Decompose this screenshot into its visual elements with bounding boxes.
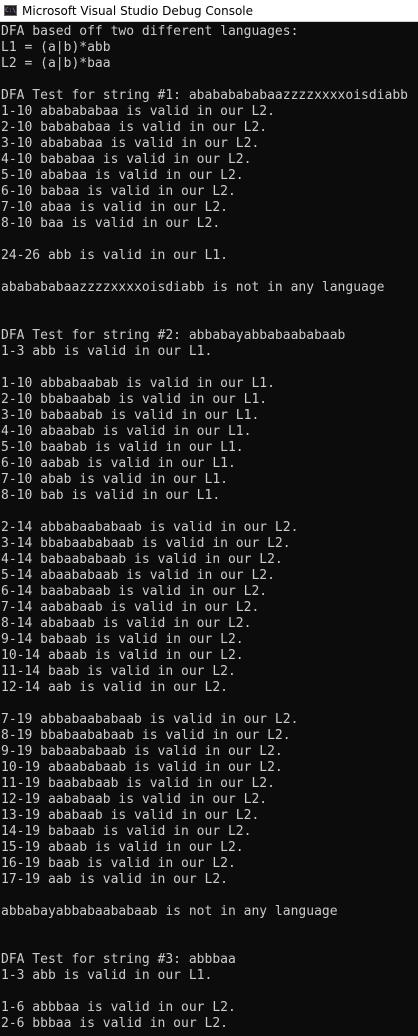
console-line: 2-14 abbabaababaab is valid in our L2. xyxy=(1,520,299,535)
console-line: 1-3 abb is valid in our L1. xyxy=(1,344,213,359)
console-line: DFA based off two different languages: xyxy=(1,24,299,39)
console-line: 8-19 bbabaababaab is valid in our L2. xyxy=(1,728,291,743)
console-line: 8-14 ababaab is valid in our L2. xyxy=(1,616,252,631)
console-line: DFA Test for string #2: abbabayabbabaaba… xyxy=(1,328,346,343)
console-line: 3-10 babaabab is valid in our L1. xyxy=(1,408,260,423)
console-line: DFA Test for string #3: abbbaa xyxy=(1,952,236,967)
console-line: L1 = (a|b)*abb xyxy=(1,40,111,55)
console-line: 7-10 abab is valid in our L1. xyxy=(1,472,228,487)
console-line: 16-19 baab is valid in our L2. xyxy=(1,856,236,871)
console-line: 4-10 bababaa is valid in our L2. xyxy=(1,152,252,167)
console-line: 1-3 abb is valid in our L1. xyxy=(1,968,213,983)
console-line: 1-6 abbbaa is valid in our L2. xyxy=(1,1000,236,1015)
console-line: 3-14 bbabaababaab is valid in our L2. xyxy=(1,536,291,551)
console-line: 9-14 babaab is valid in our L2. xyxy=(1,632,244,647)
console-line: 6-10 aabab is valid in our L1. xyxy=(1,456,236,471)
console-line: 8-10 baa is valid in our L2. xyxy=(1,216,221,231)
console-line: 4-10 abaabab is valid in our L1. xyxy=(1,424,252,439)
console-line: 6-10 babaa is valid in our L2. xyxy=(1,184,236,199)
console-line: 4-14 babaababaab is valid in our L2. xyxy=(1,552,283,567)
console-line: abbabayabbabaababaab is not in any langu… xyxy=(1,904,338,919)
console-line: 3-10 abababaa is valid in our L2. xyxy=(1,136,260,151)
console-line: 11-14 baab is valid in our L2. xyxy=(1,664,236,679)
console-line: 1-10 ababababaa is valid in our L2. xyxy=(1,104,275,119)
console-line: 15-19 abaab is valid in our L2. xyxy=(1,840,244,855)
title-bar[interactable]: C:\ Microsoft Visual Studio Debug Consol… xyxy=(0,0,418,22)
console-line: ababababaazzzzxxxxoisdiabb is not in any… xyxy=(1,280,385,295)
console-line: 11-19 baababaab is valid in our L2. xyxy=(1,776,275,791)
console-line: 13-19 ababaab is valid in our L2. xyxy=(1,808,260,823)
console-line: 5-10 baabab is valid in our L1. xyxy=(1,440,244,455)
console-line: L2 = (a|b)*baa xyxy=(1,56,111,71)
console-line: 2-10 bbabaabab is valid in our L1. xyxy=(1,392,268,407)
console-line: 9-19 babaababaab is valid in our L2. xyxy=(1,744,283,759)
console-line: 24-26 abb is valid in our L1. xyxy=(1,248,228,263)
console-line: 1-10 abbabaabab is valid in our L1. xyxy=(1,376,275,391)
console-line: 12-14 aab is valid in our L2. xyxy=(1,680,228,695)
console-line: DFA Test for string #1: abababababaazzzz… xyxy=(1,88,408,103)
console-line: 17-19 aab is valid in our L2. xyxy=(1,872,228,887)
console-line: 10-14 abaab is valid in our L2. xyxy=(1,648,244,663)
vs-debug-console-icon: C:\ xyxy=(4,5,17,16)
console-line: 7-14 aababaab is valid in our L2. xyxy=(1,600,260,615)
console-line: 2-6 bbbaa is valid in our L2. xyxy=(1,1016,228,1031)
console-line: 2-10 babababaa is valid in our L2. xyxy=(1,120,268,135)
console-line: 8-10 bab is valid in our L1. xyxy=(1,488,221,503)
debug-console-window: C:\ Microsoft Visual Studio Debug Consol… xyxy=(0,0,418,1036)
console-output[interactable]: DFA based off two different languages: L1… xyxy=(1,24,418,1036)
console-line: 10-19 abaababaab is valid in our L2. xyxy=(1,760,283,775)
console-line: 14-19 babaab is valid in our L2. xyxy=(1,824,252,839)
console-line: 5-10 ababaa is valid in our L2. xyxy=(1,168,244,183)
console-line: 6-14 baababaab is valid in our L2. xyxy=(1,584,268,599)
console-line: 12-19 aababaab is valid in our L2. xyxy=(1,792,268,807)
window-title: Microsoft Visual Studio Debug Console xyxy=(22,3,254,18)
console-line: 7-19 abbabaababaab is valid in our L2. xyxy=(1,712,299,727)
console-line: 5-14 abaababaab is valid in our L2. xyxy=(1,568,275,583)
console-line: 7-10 abaa is valid in our L2. xyxy=(1,200,228,215)
